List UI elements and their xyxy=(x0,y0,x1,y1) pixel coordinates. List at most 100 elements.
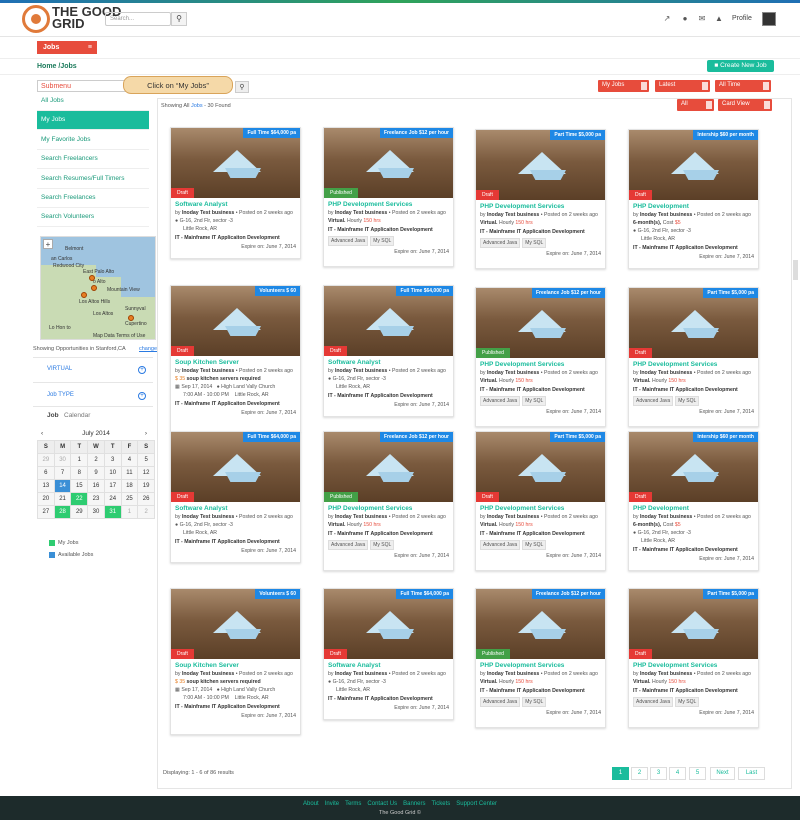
skill-chip[interactable]: Advanced Java xyxy=(480,697,521,707)
external-link-icon[interactable]: ↗ xyxy=(662,14,672,24)
location-map[interactable]: + Belmont an Carlos Redwood City East Pa… xyxy=(40,236,156,340)
calendar-day[interactable]: 30 xyxy=(54,454,71,466)
calendar-day[interactable]: 25 xyxy=(121,493,138,505)
page-link[interactable]: Next xyxy=(710,767,735,780)
skill-chip[interactable]: Advanced Java xyxy=(633,697,674,707)
jobs-menu-button[interactable]: Jobs ≡ xyxy=(37,41,97,54)
all-dropdown[interactable]: All xyxy=(677,99,714,111)
calendar-day[interactable]: 15 xyxy=(71,480,88,492)
skill-chip[interactable]: My SQL xyxy=(522,238,547,248)
job-title[interactable]: Software Analyst xyxy=(324,356,453,367)
skill-chip[interactable]: My SQL xyxy=(370,236,395,246)
job-image[interactable]: Freelance Job $12 per hour Published xyxy=(476,589,605,659)
filter-virtual[interactable]: VIRTUAL xyxy=(47,366,72,372)
job-title[interactable]: PHP Development Services xyxy=(629,659,758,670)
map-pin-icon[interactable] xyxy=(89,275,95,281)
submenu-item[interactable]: All Jobs xyxy=(37,92,149,111)
job-title[interactable]: PHP Development Services xyxy=(324,198,453,209)
create-job-button[interactable]: ■ Create New Job xyxy=(707,60,774,72)
calendar-day[interactable]: 14 xyxy=(54,480,71,492)
page-link[interactable]: 1 xyxy=(612,767,629,780)
skill-chip[interactable]: My SQL xyxy=(522,396,547,406)
page-link[interactable]: 4 xyxy=(669,767,686,780)
skill-chip[interactable]: My SQL xyxy=(522,697,547,707)
calendar-day[interactable]: 21 xyxy=(54,493,71,505)
view-dropdown[interactable]: Card View xyxy=(718,99,772,111)
calendar-day[interactable]: 12 xyxy=(138,467,154,479)
skill-chip[interactable]: Advanced Java xyxy=(328,236,369,246)
job-title[interactable]: PHP Development xyxy=(629,502,758,513)
calendar-day[interactable]: 1 xyxy=(71,454,88,466)
calendar-day[interactable]: 30 xyxy=(88,506,104,518)
calendar-day[interactable]: 8 xyxy=(71,467,88,479)
job-title[interactable]: Soup Kitchen Server xyxy=(171,659,300,670)
job-card[interactable]: Volunteers $ 60 Draft Soup Kitchen Server b… xyxy=(170,588,301,735)
skill-chip[interactable]: Advanced Java xyxy=(480,396,521,406)
job-card[interactable]: Part Time $5,000 pa Draft PHP Development … xyxy=(475,431,606,571)
footer-link[interactable]: Tickets xyxy=(431,801,450,807)
job-image[interactable]: Volunteers $ 60 Draft xyxy=(171,589,300,659)
job-card[interactable]: Full Time $64,000 pa Draft Software Analys… xyxy=(170,127,301,259)
submenu-item[interactable]: Search Freelancers xyxy=(37,150,149,169)
tab-calendar[interactable]: Calendar xyxy=(64,412,90,419)
job-image[interactable]: Full Time $64,000 pa Draft xyxy=(324,286,453,356)
calendar-day[interactable]: 22 xyxy=(71,493,88,505)
footer-link[interactable]: Invite xyxy=(325,801,339,807)
skill-chip[interactable]: My SQL xyxy=(522,540,547,550)
map-pin-icon[interactable] xyxy=(128,315,134,321)
calendar-day[interactable]: 29 xyxy=(71,506,88,518)
envelope-icon[interactable]: ✉ xyxy=(697,14,707,24)
job-image[interactable]: Intership $60 per month Draft xyxy=(629,432,758,502)
calendar-day[interactable]: 13 xyxy=(38,480,54,492)
job-card[interactable]: Freelance Job $12 per hour Published PHP D… xyxy=(475,588,606,728)
footer-link[interactable]: Banners xyxy=(403,801,425,807)
job-card[interactable]: Freelance Job $12 per hour Published PHP D… xyxy=(323,431,454,571)
job-card[interactable]: Freelance Job $12 per hour Published PHP D… xyxy=(475,287,606,427)
submenu-item[interactable]: Search Volunteers xyxy=(37,208,149,227)
calendar-day[interactable]: 2 xyxy=(138,506,154,518)
job-card[interactable]: Intership $60 per month Draft PHP Developm… xyxy=(628,129,759,269)
calendar-day[interactable]: 26 xyxy=(138,493,154,505)
calendar-day[interactable]: 1 xyxy=(121,506,138,518)
job-title[interactable]: PHP Development Services xyxy=(476,200,605,211)
job-title[interactable]: Software Analyst xyxy=(324,659,453,670)
skill-chip[interactable]: My SQL xyxy=(675,697,700,707)
job-image[interactable]: Freelance Job $12 per hour Published xyxy=(324,128,453,198)
job-card[interactable]: Full Time $64,000 pa Draft Software Analys… xyxy=(170,431,301,563)
calendar-day[interactable]: 7 xyxy=(54,467,71,479)
calendar-day[interactable]: 20 xyxy=(38,493,54,505)
submenu-item[interactable]: My Jobs xyxy=(37,111,149,130)
job-title[interactable]: Soup Kitchen Server xyxy=(171,356,300,367)
calendar-next-icon[interactable]: › xyxy=(145,428,147,440)
submenu-search-icon[interactable]: ⚲ xyxy=(235,81,249,93)
submenu-item[interactable]: My Favorite Jobs xyxy=(37,131,149,150)
job-image[interactable]: Part Time $5,000 pa Draft xyxy=(476,130,605,200)
calendar-day[interactable]: 16 xyxy=(88,480,104,492)
calendar-day[interactable]: 4 xyxy=(121,454,138,466)
job-image[interactable]: Volunteers $ 60 Draft xyxy=(171,286,300,356)
calendar-day[interactable]: 11 xyxy=(121,467,138,479)
job-card[interactable]: Full Time $64,000 pa Draft Software Analys… xyxy=(323,285,454,417)
calendar-day[interactable]: 28 xyxy=(54,506,71,518)
page-link[interactable]: Last xyxy=(738,767,765,780)
change-location-link[interactable]: change xyxy=(139,346,157,352)
calendar-day[interactable]: 31 xyxy=(104,506,121,518)
calendar-day[interactable]: 24 xyxy=(104,493,121,505)
my-jobs-dropdown[interactable]: My Jobs xyxy=(598,80,649,92)
breadcrumb[interactable]: Home /Jobs xyxy=(37,63,77,70)
latest-dropdown[interactable]: Latest xyxy=(655,80,710,92)
zoom-in-button[interactable]: + xyxy=(43,239,53,249)
job-card[interactable]: Volunteers $ 60 Draft Soup Kitchen Server b… xyxy=(170,285,301,432)
calendar-day[interactable]: 10 xyxy=(104,467,121,479)
map-pin-icon[interactable] xyxy=(91,285,97,291)
job-image[interactable]: Part Time $5,000 pa Draft xyxy=(629,288,758,358)
users-icon[interactable]: ● xyxy=(680,14,690,24)
calendar-day[interactable]: 6 xyxy=(38,467,54,479)
footer-link[interactable]: Terms xyxy=(345,801,361,807)
footer-link[interactable]: About xyxy=(303,801,319,807)
map-pin-icon[interactable] xyxy=(81,292,87,298)
skill-chip[interactable]: Advanced Java xyxy=(480,540,521,550)
footer-link[interactable]: Contact Us xyxy=(367,801,397,807)
job-card[interactable]: Freelance Job $12 per hour Published PHP D… xyxy=(323,127,454,267)
job-title[interactable]: PHP Development xyxy=(629,200,758,211)
